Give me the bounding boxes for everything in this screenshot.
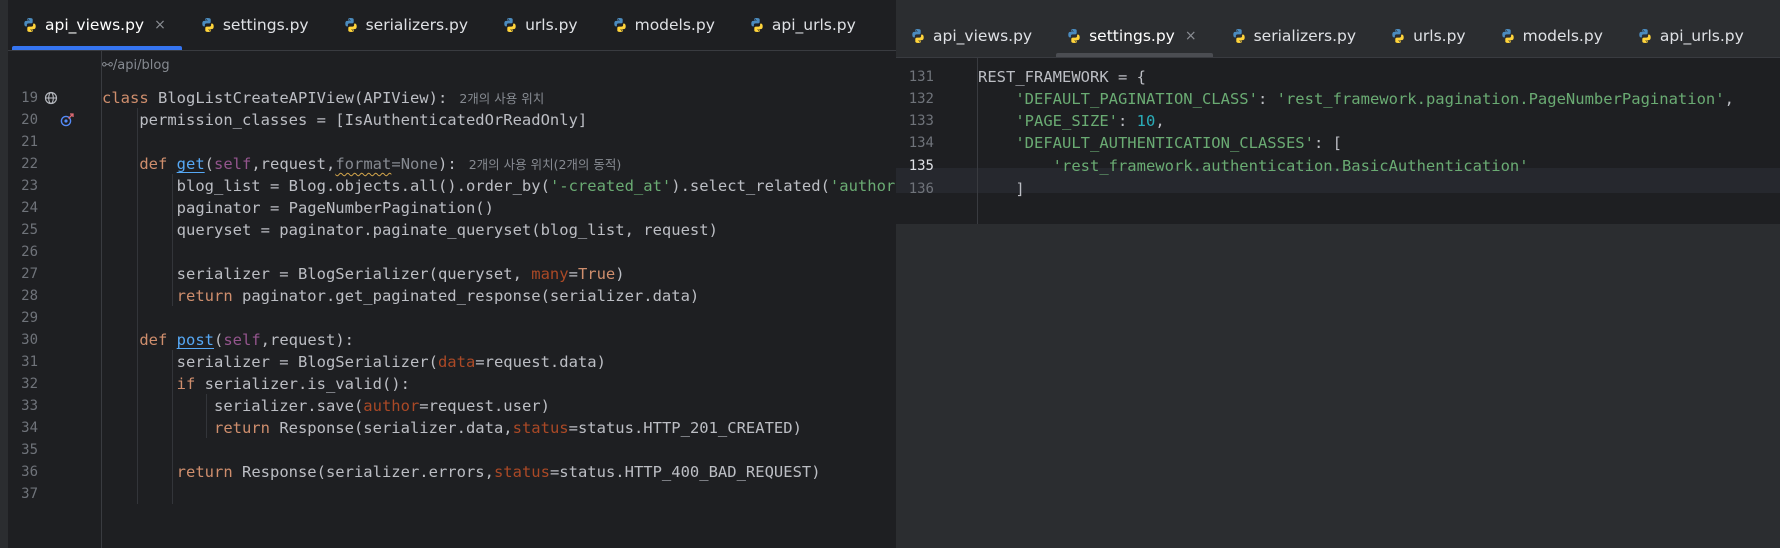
override-icon[interactable] xyxy=(60,113,74,127)
line-number: 25 xyxy=(21,222,38,238)
left-tab-serializers[interactable]: serializers.py xyxy=(329,0,488,50)
left-tab-bar: api_views.py × settings.py serializers.py ur… xyxy=(8,0,896,51)
left-tab-api-urls[interactable]: api_urls.py xyxy=(735,0,876,50)
python-file-icon xyxy=(1639,28,1651,43)
line-number: 32 xyxy=(21,376,38,392)
route-hint-text: /api/blog xyxy=(112,58,170,73)
globe-icon[interactable] xyxy=(44,91,58,105)
line-number: 35 xyxy=(21,442,38,458)
right-tab-settings[interactable]: settings.py × xyxy=(1052,14,1216,57)
right-tab-serializers[interactable]: serializers.py xyxy=(1217,14,1376,57)
code-line-36: return Response(serializer.errors,status… xyxy=(176,463,821,481)
line-number: 30 xyxy=(21,332,38,348)
tab-label: api_views.py xyxy=(45,16,145,34)
code-line-20: permission_classes = [IsAuthenticatedOrR… xyxy=(102,111,588,129)
link-icon: ⚯ xyxy=(102,58,113,73)
line-number: 26 xyxy=(21,244,38,260)
ide-window: api_views.py × settings.py serializers.py ur… xyxy=(0,0,1780,548)
line-number: 28 xyxy=(21,288,38,304)
python-file-icon xyxy=(1501,28,1514,43)
left-tab-settings[interactable]: settings.py xyxy=(186,0,329,50)
left-tab-models[interactable]: models.py xyxy=(598,0,735,50)
left-gutter: 19 20 21 22 23 24 25 26 27 28 29 30 31 32 33 34 35 36 37 xyxy=(8,51,102,548)
line-number: 24 xyxy=(21,200,38,216)
tab-label: urls.py xyxy=(1413,26,1466,45)
left-code-area[interactable]: ⚯/api/blog class BlogListCreateAPIView(A… xyxy=(102,51,896,548)
python-file-icon xyxy=(24,18,36,32)
right-tab-bar: api_views.py settings.py × serializers.py ur… xyxy=(896,14,1780,58)
line-number: 131 xyxy=(908,69,934,85)
python-file-icon xyxy=(202,18,214,32)
line-number: 21 xyxy=(21,134,38,150)
python-file-icon xyxy=(344,18,357,32)
right-tab-models[interactable]: models.py xyxy=(1486,14,1623,57)
right-editor-pane: api_views.py settings.py × serializers.py ur… xyxy=(896,0,1780,548)
right-tab-api-views[interactable]: api_views.py xyxy=(896,14,1052,57)
right-empty-area xyxy=(896,224,1780,548)
line-number: 19 xyxy=(21,90,38,106)
right-tab-api-urls[interactable]: api_urls.py xyxy=(1623,14,1764,57)
indent-guide xyxy=(172,174,173,306)
line-number: 22 xyxy=(21,156,38,172)
close-icon[interactable]: × xyxy=(154,17,166,33)
line-number: 33 xyxy=(21,398,38,414)
code-line-25: queryset = paginator.paginate_queryset(b… xyxy=(102,221,718,239)
right-editor[interactable]: 131 132 133 134 135 136 REST_FRAMEWORK = { 'D… xyxy=(896,58,1780,224)
tab-label: api_views.py xyxy=(933,26,1033,45)
tab-label: api_urls.py xyxy=(771,16,856,34)
line-number: 23 xyxy=(21,178,38,194)
tab-label: serializers.py xyxy=(365,16,469,34)
right-code-area[interactable]: REST_FRAMEWORK = { 'DEFAULT_PAGINATION_C… xyxy=(978,58,1780,224)
code-line-34: return Response(serializer.data,status=s… xyxy=(213,419,802,437)
line-number: 20 xyxy=(21,112,38,128)
line-number: 136 xyxy=(908,181,934,197)
line-number: 135 xyxy=(908,158,934,174)
line-number: 36 xyxy=(21,464,38,480)
settings-line-134: 'DEFAULT_AUTHENTICATION_CLASSES': [ xyxy=(1015,134,1342,152)
python-file-icon xyxy=(1232,28,1245,43)
indent-guide xyxy=(172,350,173,504)
left-editor-pane: api_views.py × settings.py serializers.py ur… xyxy=(0,0,896,548)
python-file-icon xyxy=(912,28,924,43)
line-number: 37 xyxy=(21,486,38,502)
close-icon[interactable]: × xyxy=(1185,28,1197,44)
indent-guide xyxy=(206,394,207,438)
tab-label: urls.py xyxy=(525,16,578,34)
route-hint[interactable]: ⚯/api/blog xyxy=(102,58,170,73)
tab-label: settings.py xyxy=(1089,26,1175,45)
python-file-icon xyxy=(1392,28,1404,43)
line-number: 133 xyxy=(908,113,934,129)
line-number: 29 xyxy=(21,310,38,326)
settings-line-136: ] xyxy=(978,180,1025,198)
line-number: 34 xyxy=(21,420,38,436)
python-file-icon xyxy=(751,18,763,32)
line-number: 134 xyxy=(908,135,934,151)
left-pane-edge xyxy=(0,0,8,548)
indent-guide xyxy=(137,108,138,504)
left-tab-api-views[interactable]: api_views.py × xyxy=(8,0,186,50)
usage-hint[interactable]: 2개의 사용 위치 xyxy=(459,91,544,106)
left-tab-urls[interactable]: urls.py xyxy=(488,0,598,50)
right-gutter: 131 132 133 134 135 136 xyxy=(896,58,978,224)
usage-hint-get[interactable]: 2개의 사용 위치(2개의 동적) xyxy=(469,157,622,172)
python-file-icon xyxy=(504,18,516,32)
tab-label: serializers.py xyxy=(1253,26,1357,45)
python-file-icon xyxy=(613,18,626,32)
python-file-icon xyxy=(1068,28,1080,43)
code-line-28: return paginator.get_paginated_response(… xyxy=(176,287,700,305)
left-editor[interactable]: 19 20 21 22 23 24 25 26 27 28 29 30 31 32 33 34 35 36 37 ⚯… xyxy=(8,51,896,548)
right-tab-urls[interactable]: urls.py xyxy=(1376,14,1486,57)
line-number: 27 xyxy=(21,266,38,282)
tab-label: settings.py xyxy=(222,16,309,34)
tab-label: api_urls.py xyxy=(1659,26,1744,45)
settings-line-135: 'rest_framework.authentication.BasicAuth… xyxy=(1052,157,1529,175)
tab-label: models.py xyxy=(1522,26,1603,45)
tab-label: models.py xyxy=(634,16,715,34)
line-number: 31 xyxy=(21,354,38,370)
line-number: 132 xyxy=(908,91,934,107)
